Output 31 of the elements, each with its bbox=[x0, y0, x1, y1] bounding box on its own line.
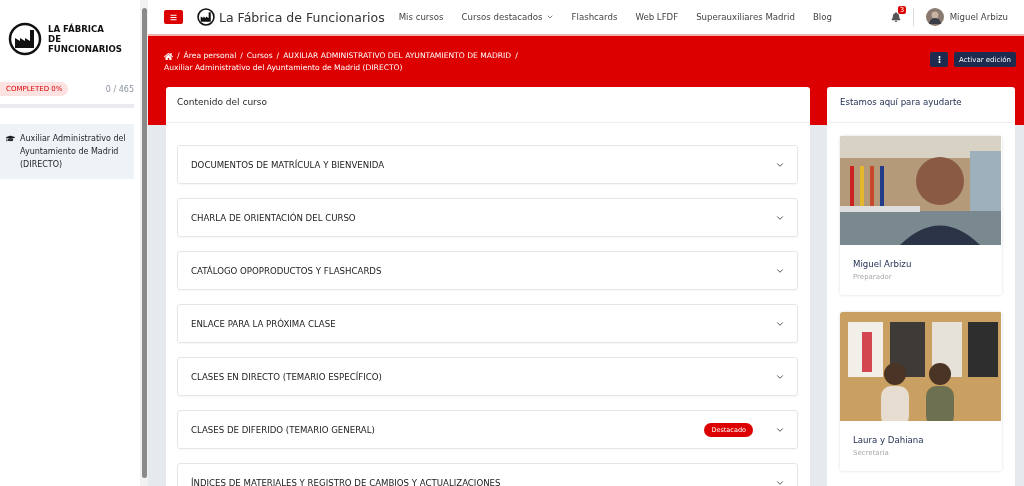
bell-icon[interactable] bbox=[890, 12, 901, 22]
course-section[interactable]: CATÁLOGO OPOPRODUCTOS Y FLASHCARDS bbox=[177, 251, 798, 290]
course-section[interactable]: CLASES EN DIRECTO (TEMARIO ESPECÍFICO) bbox=[177, 357, 798, 396]
staff-name: Laura y Dahiana bbox=[852, 434, 925, 445]
nav-link[interactable]: Mis cursos bbox=[398, 12, 444, 22]
course-nav-item[interactable]: Auxiliar Administrativo del Ayuntamiento de Madrid (DIRECTO) bbox=[0, 124, 134, 179]
staff-name: Miguel Arbizu bbox=[852, 258, 913, 269]
site-title[interactable]: La Fábrica de Funcionarios bbox=[219, 9, 385, 25]
card-title: Contenido del curso bbox=[177, 97, 267, 107]
course-section[interactable]: DOCUMENTOS DE MATRÍCULA Y BIENVENIDA bbox=[177, 145, 798, 184]
course-section[interactable]: ENLACE PARA LA PRÓXIMA CLASE bbox=[177, 304, 798, 343]
user-name[interactable]: Miguel Arbizu bbox=[949, 12, 1008, 22]
card-title: Estamos aquí para ayudarte bbox=[840, 97, 962, 107]
nav-link[interactable]: Superauxiliares Madrid bbox=[696, 12, 795, 22]
chevron-down-icon bbox=[545, 13, 554, 21]
course-section[interactable]: CHARLA DE ORIENTACIÓN DEL CURSO bbox=[177, 198, 798, 237]
scrollbar-thumb[interactable] bbox=[141, 8, 147, 478]
avatar-icon[interactable] bbox=[925, 8, 944, 26]
nav-link[interactable]: Web LFDF bbox=[635, 12, 679, 22]
home-icon[interactable] bbox=[164, 51, 173, 61]
more-options-button[interactable] bbox=[930, 52, 949, 67]
course-section[interactable]: ÍNDICES DE MATERIALES Y REGISTRO DE CAMBIOS Y ACTUALIZACIONES bbox=[177, 463, 798, 486]
factory-logo-icon bbox=[8, 22, 42, 56]
nav-link[interactable]: Cursos destacados bbox=[461, 12, 554, 22]
menu-icon bbox=[170, 13, 177, 21]
progress-count: 0 / 465 bbox=[105, 84, 134, 94]
nav-link[interactable]: Blog bbox=[812, 12, 832, 22]
graduation-cap-icon bbox=[6, 134, 15, 143]
factory-logo-icon bbox=[197, 8, 215, 26]
nav-link[interactable]: Flashcards bbox=[571, 12, 618, 22]
menu-button[interactable] bbox=[164, 10, 183, 24]
